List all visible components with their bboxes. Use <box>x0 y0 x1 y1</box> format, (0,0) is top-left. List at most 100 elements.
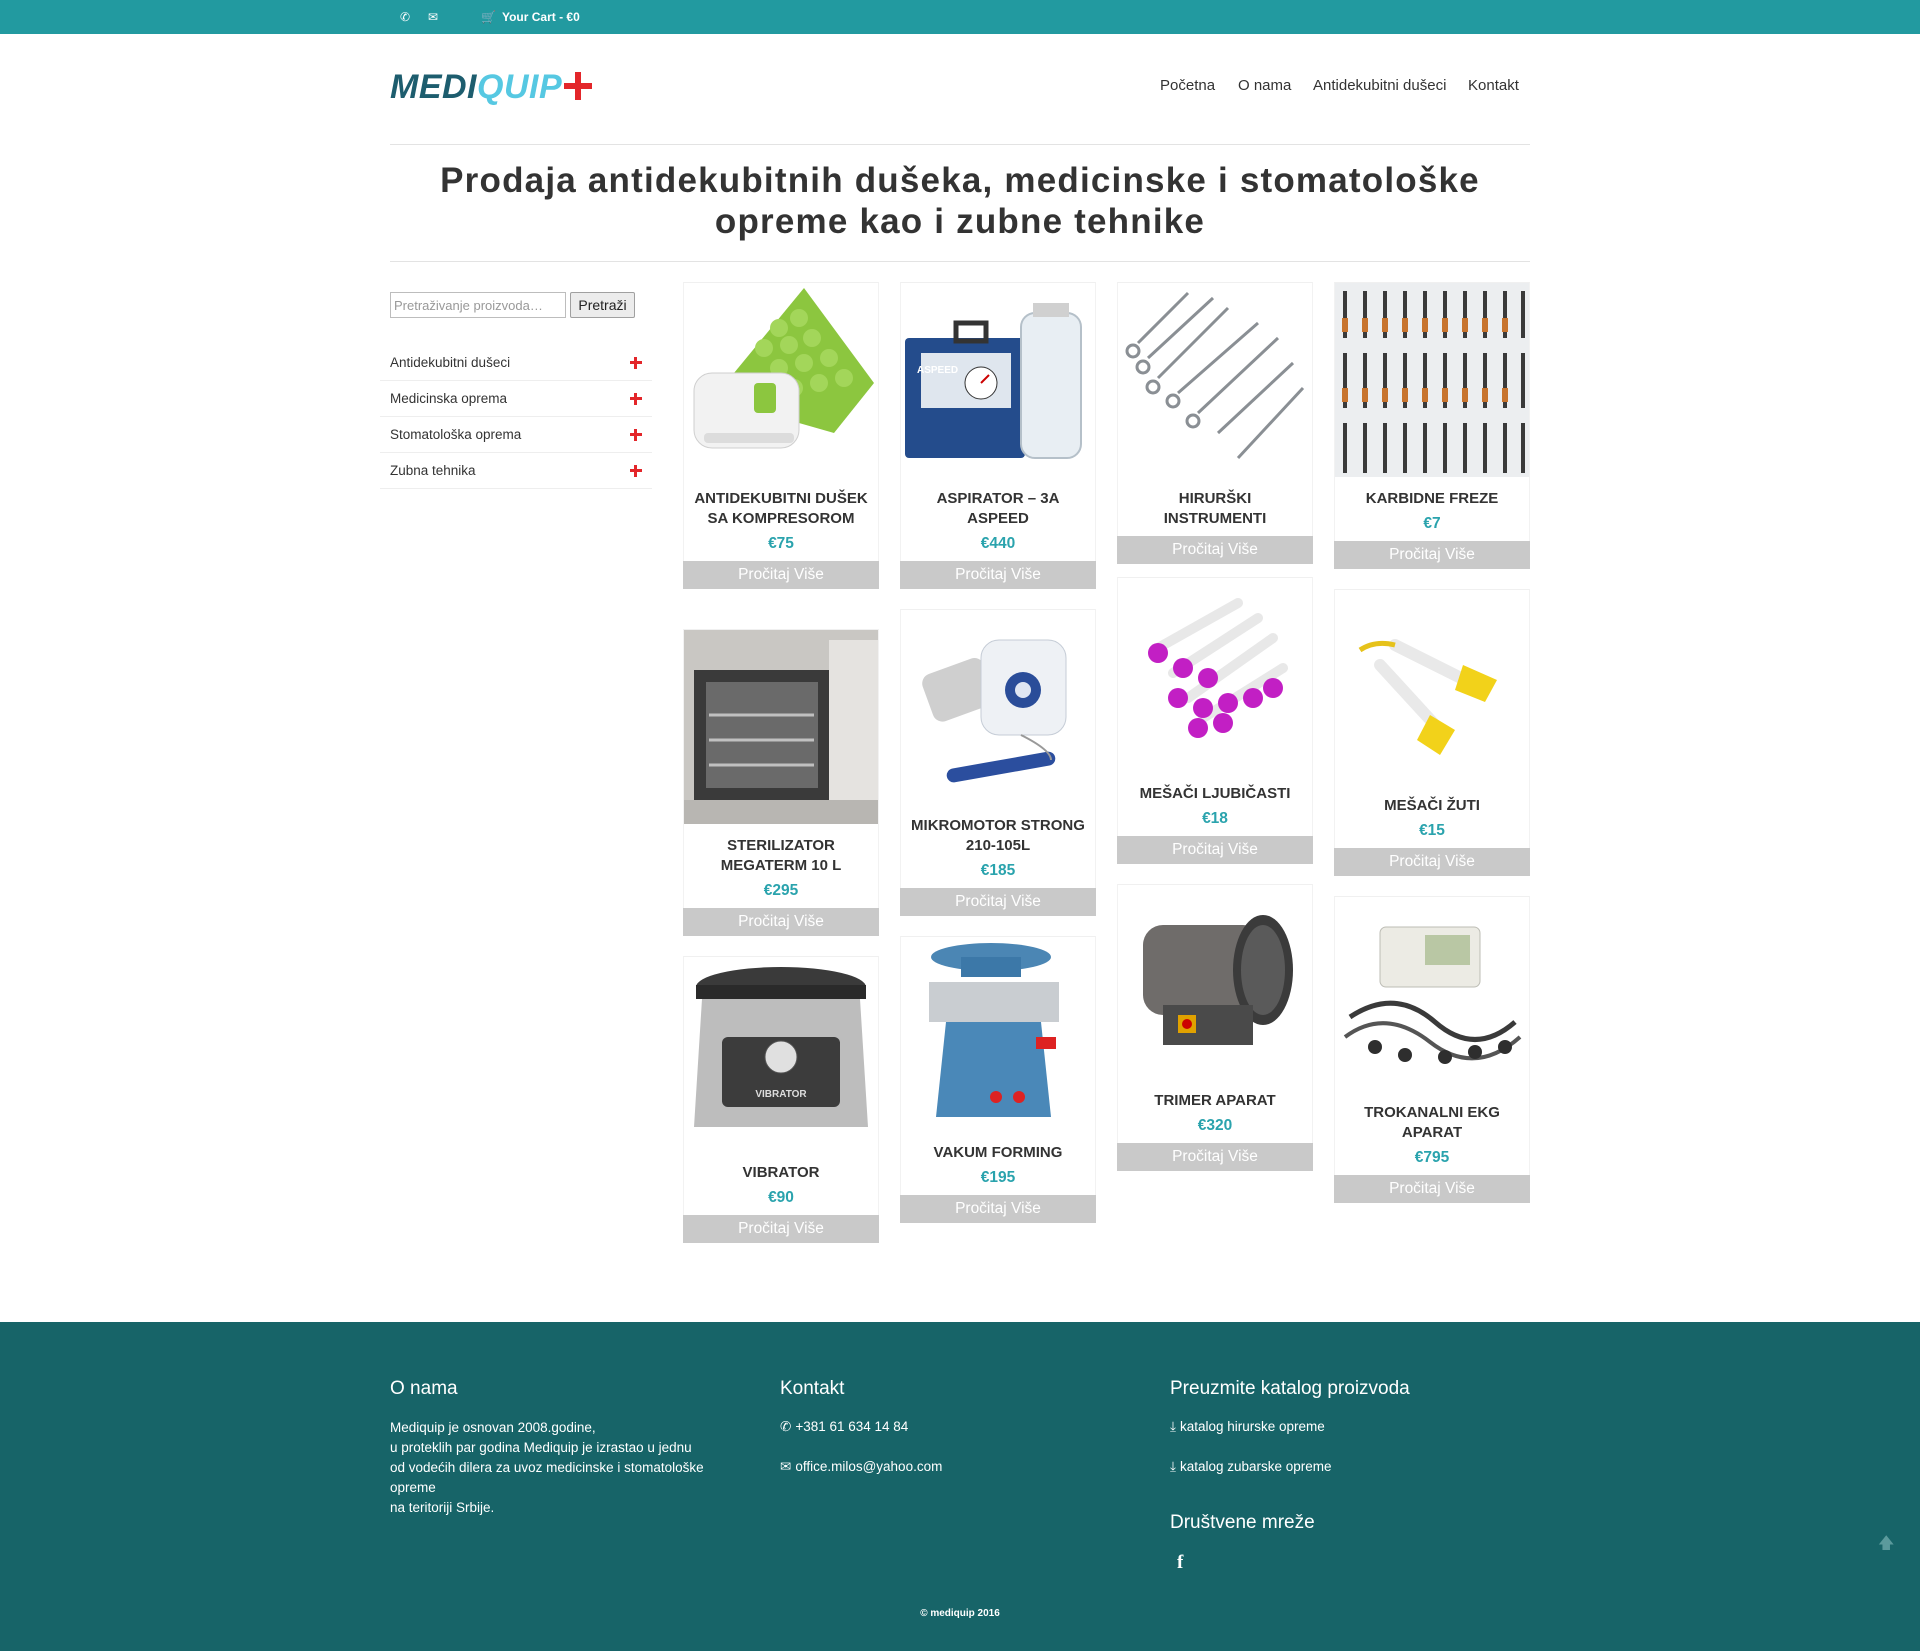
category-item[interactable]: Medicinska oprema <box>380 381 652 417</box>
footer-contact-heading: Kontakt <box>780 1378 845 1399</box>
page-title-line-2: opreme kao i zubne tehnike <box>714 202 1206 241</box>
product-price: €795 <box>1414 1149 1450 1166</box>
product-image-mattress[interactable] <box>684 283 878 477</box>
product-image-purple-mixers[interactable] <box>1118 578 1312 772</box>
product-price: €185 <box>980 862 1016 879</box>
product-image-vacuum-former[interactable] <box>901 937 1095 1131</box>
product-card[interactable]: MIKROMOTOR STRONG 210-105L €185 Pročitaj… <box>900 609 1096 916</box>
product-title[interactable]: ANTIDEKUBITNI DUŠEK SA KOMPRESOROM <box>684 477 878 529</box>
product-image-trimmer[interactable] <box>1118 885 1312 1079</box>
footer-about-text: Mediquip je osnovan 2008.godine, u prote… <box>390 1420 704 1515</box>
product-card[interactable]: STERILIZATOR MEGATERM 10 L €295 Pročitaj… <box>683 629 879 936</box>
product-card[interactable]: MEŠAČI ŽUTI €15 Pročitaj Više <box>1334 589 1530 876</box>
top-bar: ✆ ✉ 🛒 Your Cart - €0 <box>0 0 1920 34</box>
footer-about-heading: O nama <box>390 1378 458 1399</box>
product-title[interactable]: STERILIZATOR MEGATERM 10 L <box>684 824 878 876</box>
category-item[interactable]: Antidekubitni dušeci <box>380 345 652 381</box>
product-image-ecg[interactable] <box>1335 897 1529 1091</box>
product-image-vibrator[interactable]: VIBRATOR <box>684 957 878 1151</box>
catalog-surgical-link[interactable]: ⤓ katalog hirurske opreme <box>1170 1419 1325 1435</box>
product-image-micromotor[interactable] <box>901 610 1095 804</box>
title-divider <box>390 261 1530 262</box>
phone-icon[interactable]: ✆ <box>400 10 410 24</box>
read-more-button[interactable]: Pročitaj Više <box>1334 848 1530 876</box>
product-image-carbide-burs[interactable] <box>1335 283 1529 477</box>
nav-item-kontakt[interactable]: Kontakt <box>1468 77 1519 94</box>
product-card[interactable]: KARBIDNE FREZE €7 Pročitaj Više <box>1334 282 1530 569</box>
search-button[interactable]: Pretraži <box>570 292 635 318</box>
read-more-button[interactable]: Pročitaj Više <box>900 561 1096 589</box>
envelope-icon[interactable]: ✉ <box>428 10 438 24</box>
product-card[interactable]: HIRURŠKI INSTRUMENTI Pročitaj Više <box>1117 282 1313 564</box>
facebook-icon[interactable]: f <box>1177 1552 1183 1574</box>
product-price: €195 <box>980 1169 1016 1186</box>
product-card[interactable]: ASPEED ASPIRATOR – 3A ASPEED €440 Pročit… <box>900 282 1096 589</box>
product-title[interactable]: TROKANALNI EKG APARAT <box>1335 1091 1529 1143</box>
footer-email-text: office.milos@yahoo.com <box>795 1459 943 1474</box>
logo-text-light: QUIP <box>477 68 563 106</box>
site-footer: O nama Mediquip je osnovan 2008.godine, … <box>0 1322 1920 1651</box>
expand-plus-icon[interactable] <box>630 429 642 441</box>
product-title[interactable]: MEŠAČI ŽUTI <box>1335 784 1529 816</box>
product-image-surgical-instruments[interactable] <box>1118 283 1312 477</box>
copyright: © mediquip 2016 <box>920 1608 1000 1619</box>
footer-phone[interactable]: ✆ +381 61 634 14 84 <box>780 1419 908 1435</box>
site-logo[interactable]: MEDIQUIP <box>390 68 593 107</box>
category-item[interactable]: Zubna tehnika <box>380 453 652 489</box>
product-price: €15 <box>1419 822 1445 839</box>
product-card[interactable]: TRIMER APARAT €320 Pročitaj Više <box>1117 884 1313 1171</box>
product-card[interactable]: ANTIDEKUBITNI DUŠEK SA KOMPRESOROM €75 P… <box>683 282 879 589</box>
read-more-button[interactable]: Pročitaj Više <box>1117 536 1313 564</box>
product-title[interactable]: HIRURŠKI INSTRUMENTI <box>1118 477 1312 529</box>
expand-plus-icon[interactable] <box>630 465 642 477</box>
footer-email[interactable]: ✉ office.milos@yahoo.com <box>780 1459 942 1475</box>
phone-icon: ✆ <box>780 1419 792 1434</box>
product-price: €295 <box>763 882 799 899</box>
read-more-button[interactable]: Pročitaj Više <box>1334 1175 1530 1203</box>
cart-label: Your Cart - €0 <box>501 10 580 24</box>
product-price: €90 <box>768 1189 794 1206</box>
read-more-button[interactable]: Pročitaj Više <box>900 1195 1096 1223</box>
read-more-button[interactable]: Pročitaj Više <box>900 888 1096 916</box>
product-price: €18 <box>1202 810 1228 827</box>
expand-plus-icon[interactable] <box>630 393 642 405</box>
nav-item-antidekubitni[interactable]: Antidekubitni dušeci <box>1313 77 1446 94</box>
product-card[interactable]: MEŠAČI LJUBIČASTI €18 Pročitaj Više <box>1117 577 1313 864</box>
read-more-button[interactable]: Pročitaj Više <box>683 1215 879 1243</box>
product-price: €440 <box>980 535 1016 552</box>
category-item[interactable]: Stomatološka oprema <box>380 417 652 453</box>
product-title[interactable]: TRIMER APARAT <box>1118 1079 1312 1111</box>
product-card[interactable]: VAKUM FORMING €195 Pročitaj Više <box>900 936 1096 1223</box>
expand-plus-icon[interactable] <box>630 357 642 369</box>
logo-text-dark: MEDI <box>390 68 477 106</box>
envelope-icon: ✉ <box>780 1459 792 1474</box>
download-icon: ⤓ <box>1170 1419 1176 1434</box>
cart-link[interactable]: 🛒 Your Cart - €0 <box>481 10 580 24</box>
read-more-button[interactable]: Pročitaj Više <box>1117 836 1313 864</box>
product-card[interactable]: VIBRATOR VIBRATOR €90 Pročitaj Više <box>683 956 879 1243</box>
product-title[interactable]: VIBRATOR <box>684 1151 878 1183</box>
arrow-up-icon[interactable]: 🡅 <box>1878 1532 1894 1552</box>
product-title[interactable]: KARBIDNE FREZE <box>1335 477 1529 509</box>
svg-text:ASPEED: ASPEED <box>917 365 958 376</box>
product-image-aspirator[interactable]: ASPEED <box>901 283 1095 477</box>
product-price: €7 <box>1423 515 1441 532</box>
product-title[interactable]: VAKUM FORMING <box>901 1131 1095 1163</box>
product-title[interactable]: MEŠAČI LJUBIČASTI <box>1118 772 1312 804</box>
nav-item-o-nama[interactable]: O nama <box>1238 77 1291 94</box>
product-search-input[interactable] <box>390 292 566 318</box>
catalog-dental-link[interactable]: ⤓ katalog zubarske opreme <box>1170 1459 1332 1475</box>
product-title[interactable]: MIKROMOTOR STRONG 210-105L <box>901 804 1095 856</box>
category-label: Stomatološka oprema <box>390 427 522 442</box>
product-image-yellow-mixers[interactable] <box>1335 590 1529 784</box>
read-more-button[interactable]: Pročitaj Više <box>683 561 879 589</box>
catalog-dental-text: katalog zubarske opreme <box>1179 1459 1332 1474</box>
read-more-button[interactable]: Pročitaj Više <box>683 908 879 936</box>
product-title[interactable]: ASPIRATOR – 3A ASPEED <box>901 477 1095 529</box>
product-card[interactable]: TROKANALNI EKG APARAT €795 Pročitaj Više <box>1334 896 1530 1203</box>
read-more-button[interactable]: Pročitaj Više <box>1334 541 1530 569</box>
footer-social-heading: Društvene mreže <box>1170 1512 1315 1533</box>
product-image-sterilizer[interactable] <box>684 630 878 824</box>
read-more-button[interactable]: Pročitaj Više <box>1117 1143 1313 1171</box>
nav-item-pocetna[interactable]: Početna <box>1160 77 1215 94</box>
